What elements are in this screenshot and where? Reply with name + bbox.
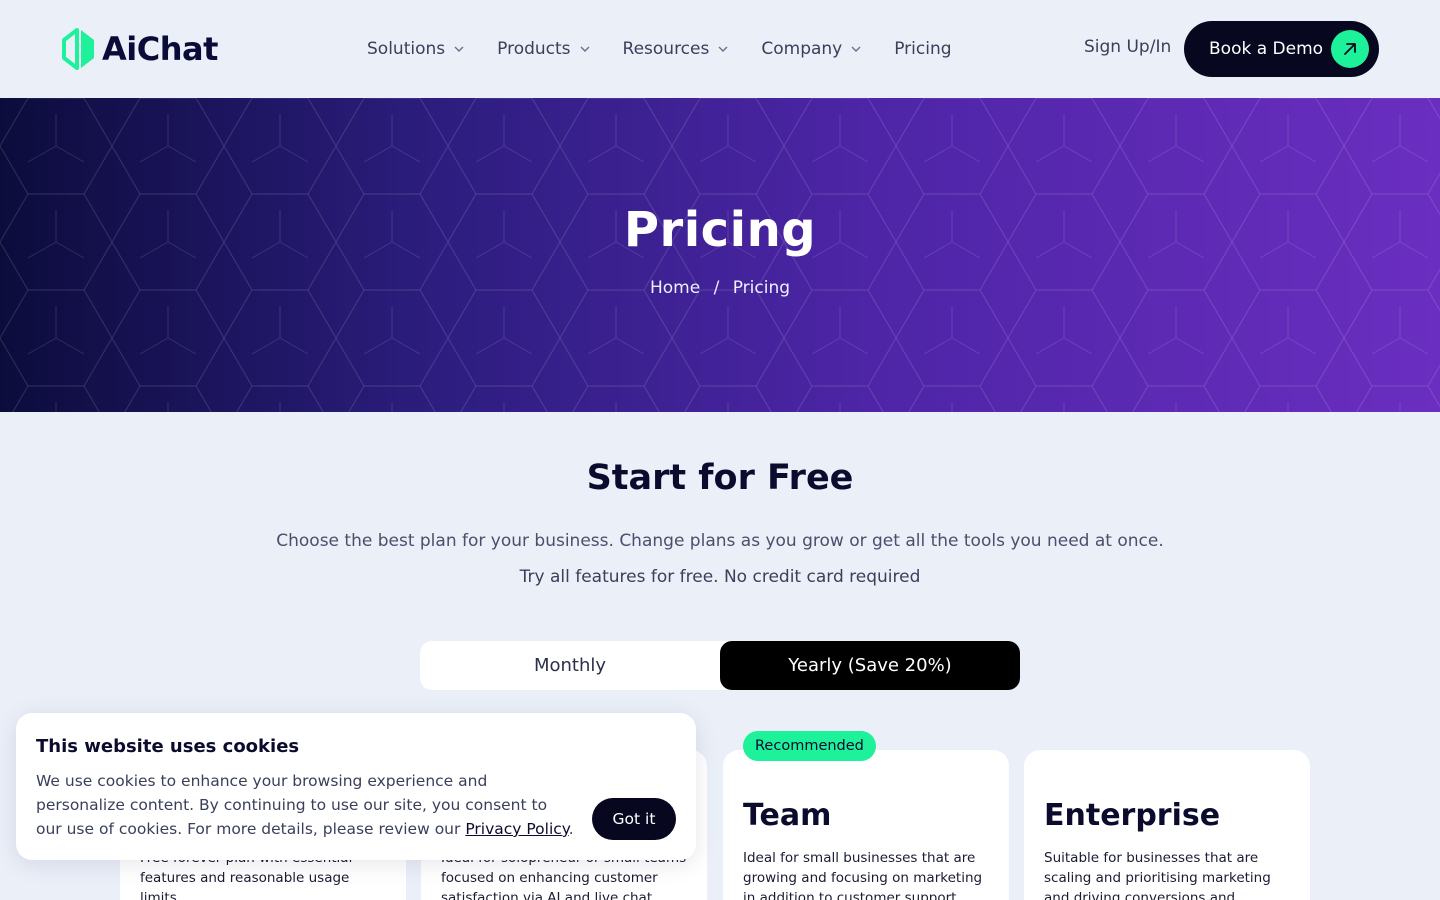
hero-banner: Pricing Home / Pricing (0, 98, 1440, 412)
cookie-text: We use cookies to enhance your browsing … (36, 769, 576, 841)
nav-label: Solutions (367, 39, 446, 59)
arrow-up-right-icon (1331, 30, 1369, 68)
billing-toggle: Monthly Yearly (Save 20%) (420, 641, 1020, 690)
toggle-monthly[interactable]: Monthly (420, 641, 720, 690)
section-title: Start for Free (586, 458, 854, 498)
accept-cookies-button[interactable]: Got it (592, 798, 676, 840)
plan-name: Enterprise (1044, 798, 1221, 833)
logo-text: AiChat (102, 30, 218, 68)
breadcrumb-home[interactable]: Home (650, 278, 700, 298)
cookie-banner: This website uses cookies We use cookies… (16, 713, 696, 860)
chevron-down-icon (580, 46, 590, 52)
logo[interactable]: AiChat (60, 28, 218, 70)
page-title: Pricing (623, 202, 817, 258)
cookie-title: This website uses cookies (36, 736, 300, 757)
plan-name: Team (743, 798, 832, 833)
chevron-down-icon (851, 46, 861, 52)
plan-card-enterprise: Enterprise Suitable for businesses that … (1024, 750, 1310, 900)
nav-label: Company (761, 39, 843, 59)
plan-card-team: Team Ideal for small businesses that are… (723, 750, 1009, 900)
section-subtitle: Choose the best plan for your business. … (276, 531, 1164, 551)
breadcrumb-current: Pricing (732, 278, 791, 298)
plan-description: Suitable for businesses that are scaling… (1044, 850, 1271, 900)
book-demo-button[interactable]: Book a Demo (1184, 21, 1379, 77)
toggle-yearly[interactable]: Yearly (Save 20%) (720, 641, 1020, 690)
nav-label: Pricing (894, 39, 952, 59)
nav-item-company[interactable]: Company (761, 36, 862, 62)
main-nav: Solutions Products Resources Company Pri… (367, 36, 984, 62)
cookie-period: . (568, 820, 574, 838)
nav-label: Resources (622, 39, 710, 59)
plan-description: Ideal for small businesses that are grow… (743, 850, 983, 900)
book-demo-label: Book a Demo (1209, 39, 1324, 59)
section-note: Try all features for free. No credit car… (519, 567, 921, 587)
chevron-down-icon (718, 46, 728, 52)
site-header: AiChat Solutions Products Resources Comp… (0, 0, 1440, 98)
nav-item-resources[interactable]: Resources (623, 36, 730, 62)
recommended-badge: Recommended (743, 731, 876, 761)
chevron-down-icon (454, 46, 464, 52)
nav-item-pricing[interactable]: Pricing (894, 36, 951, 62)
nav-label: Products (497, 39, 571, 59)
breadcrumb: Home / Pricing (0, 278, 1440, 298)
nav-item-solutions[interactable]: Solutions (367, 36, 465, 62)
nav-item-products[interactable]: Products (497, 36, 590, 62)
breadcrumb-separator: / (713, 278, 720, 298)
logo-icon (62, 28, 94, 70)
signin-link[interactable]: Sign Up/In (1084, 37, 1171, 57)
privacy-policy-link[interactable]: Privacy Policy (465, 820, 568, 838)
